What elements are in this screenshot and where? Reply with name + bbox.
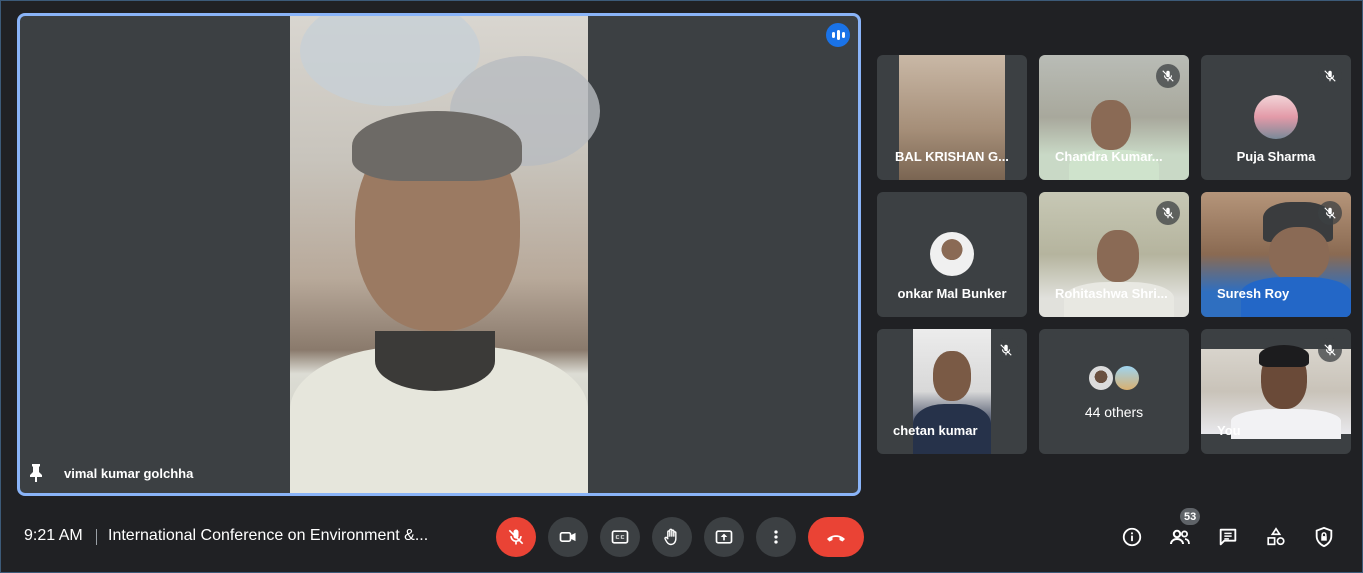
shield-lock-icon (1315, 526, 1333, 548)
participant-tile[interactable]: Chandra Kumar... (1039, 55, 1189, 180)
present-icon (715, 530, 733, 544)
others-count-label: 44 others (1084, 404, 1144, 420)
mic-off-icon (994, 338, 1018, 362)
participant-name: Chandra Kumar... (1055, 149, 1163, 164)
main-speaker-video (290, 16, 600, 493)
mic-off-icon (1318, 64, 1342, 88)
meeting-details-button[interactable] (1116, 521, 1148, 553)
participant-name: Puja Sharma (1236, 149, 1316, 164)
microphone-toggle-button[interactable] (496, 517, 536, 557)
mic-off-icon (1318, 201, 1342, 225)
meeting-clock: 9:21 AM (24, 527, 83, 544)
mic-off-icon (1156, 201, 1180, 225)
present-screen-button[interactable] (704, 517, 744, 557)
camera-toggle-button[interactable] (548, 517, 588, 557)
self-tile[interactable]: You (1201, 329, 1351, 454)
participant-tile[interactable]: Suresh Roy (1201, 192, 1351, 317)
participant-tile[interactable]: BAL KRISHAN G... (877, 55, 1027, 180)
leave-call-button[interactable] (808, 517, 864, 557)
participant-name: BAL KRISHAN G... (895, 149, 1009, 164)
main-speaker-name: vimal kumar golchha (64, 466, 194, 481)
more-vert-icon (774, 530, 778, 544)
chat-icon (1219, 528, 1237, 546)
raise-hand-button[interactable] (652, 517, 692, 557)
participant-tile[interactable]: onkar Mal Bunker (877, 192, 1027, 317)
closed-captions-icon (611, 530, 629, 544)
main-speaker-tile[interactable]: vimal kumar golchha (17, 13, 861, 496)
participant-name: onkar Mal Bunker (897, 286, 1007, 301)
participant-name: Suresh Roy (1217, 286, 1290, 301)
chat-button[interactable] (1212, 521, 1244, 553)
participant-name: Rohitashwa Shri... (1055, 286, 1168, 301)
activities-shapes-icon (1267, 527, 1285, 546)
others-avatars (1087, 364, 1147, 394)
participant-avatar (1254, 95, 1298, 139)
more-options-button[interactable] (756, 517, 796, 557)
bottom-toolbar: 9:21 AM International Conference on Envi… (0, 505, 1363, 573)
mic-off-icon (1318, 338, 1342, 362)
camera-icon (559, 532, 576, 542)
participant-avatar (930, 232, 974, 276)
host-controls-button[interactable] (1308, 521, 1340, 553)
participants-button[interactable] (1164, 521, 1196, 553)
participant-count-badge: 53 (1180, 508, 1201, 525)
hand-icon (664, 528, 677, 546)
self-name: You (1217, 423, 1241, 438)
pin-icon[interactable] (28, 463, 44, 483)
mic-off-icon (1156, 64, 1180, 88)
speaking-indicator-icon (826, 23, 850, 47)
captions-button[interactable] (600, 517, 640, 557)
divider (96, 529, 97, 545)
others-tile[interactable]: 44 others (1039, 329, 1189, 454)
activities-button[interactable] (1260, 521, 1292, 553)
info-icon (1122, 527, 1142, 547)
mic-off-icon (508, 529, 524, 545)
participant-name: chetan kumar (893, 423, 978, 438)
participant-tile[interactable]: Rohitashwa Shri... (1039, 192, 1189, 317)
participant-tile[interactable]: chetan kumar (877, 329, 1027, 454)
meeting-title: International Conference on Environment … (108, 527, 429, 544)
participant-tile[interactable]: Puja Sharma (1201, 55, 1351, 180)
call-end-icon (827, 535, 845, 542)
people-icon (1170, 529, 1190, 545)
